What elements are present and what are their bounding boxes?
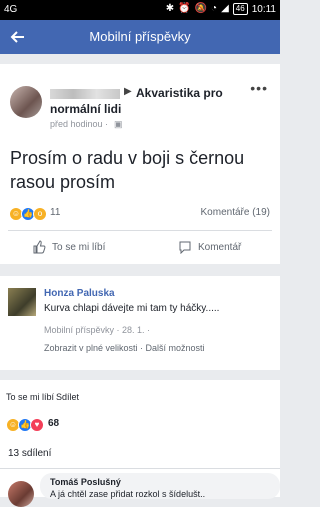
- author-name-blurred[interactable]: [50, 89, 120, 99]
- love-reaction-icon: ♥: [30, 418, 44, 432]
- reaction-count[interactable]: 11: [50, 207, 60, 218]
- like-button[interactable]: To se mi líbí: [32, 240, 105, 254]
- more-options-icon[interactable]: •••: [250, 80, 268, 96]
- commenter-name[interactable]: Honza Paluska: [44, 288, 115, 299]
- comment-meta[interactable]: Mobilní příspěvky · 28. 1. ·: [44, 325, 150, 335]
- comment-text: Kurva chlapi dávejte mi tam ty háčky....…: [44, 303, 220, 314]
- alarm-icon: ⏰: [178, 3, 191, 14]
- thumbs-up-icon: [33, 240, 46, 254]
- reaction-icons[interactable]: ☺ 👍 ο: [9, 207, 47, 221]
- share-link[interactable]: Sdílet: [56, 392, 79, 402]
- commenter-avatar[interactable]: [8, 288, 36, 316]
- app-bar: Mobilní příspěvky: [0, 20, 280, 54]
- reply-bubble: Tomáš Poslušný A já chtěl zase přidat ro…: [40, 473, 280, 499]
- clock: 10:11: [251, 3, 276, 15]
- like-label: To se mi líbí: [52, 241, 106, 253]
- wifi-icon: ◔: [211, 3, 218, 14]
- bluetooth-icon: ✱: [165, 3, 175, 14]
- network-indicator: 4G: [4, 4, 18, 15]
- arrow-right-icon: ▶: [124, 86, 132, 97]
- comment-reaction-icons[interactable]: ☺ 👍 ♥: [6, 418, 44, 432]
- status-bar: 4G ✱ ⏰ 🔕 ◔ ◢ 46 10:11: [0, 0, 280, 20]
- group-privacy-icon: ▣: [114, 119, 123, 129]
- battery-indicator: 46: [232, 3, 248, 15]
- comment-item: Honza Paluska Kurva chlapi dávejte mi ta…: [0, 276, 280, 370]
- group-name[interactable]: Akvaristika pro: [136, 86, 223, 100]
- reply-author[interactable]: Tomáš Poslušný: [50, 477, 121, 487]
- reply-text: A já chtěl zase přidat rozkol s šídelušt…: [50, 489, 206, 499]
- author-avatar[interactable]: [10, 86, 42, 118]
- signal-icon: ◢: [221, 3, 229, 14]
- shares-row: 13 sdílení: [0, 442, 280, 468]
- page-title: Mobilní příspěvky: [89, 29, 191, 44]
- comment-icon: [179, 241, 191, 254]
- comment-button[interactable]: Komentář: [178, 240, 241, 254]
- comment-like-link[interactable]: To se mi líbí: [6, 392, 54, 402]
- comment-reaction-count[interactable]: 68: [48, 418, 59, 429]
- divider: [8, 230, 272, 231]
- wow-reaction-icon: ο: [33, 207, 47, 221]
- reply-comment: Tomáš Poslušný A já chtěl zase přidat ro…: [0, 469, 280, 507]
- shares-count[interactable]: 13 sdílení: [8, 448, 51, 459]
- post-text: Prosím o radu v boji s černou rasou pros…: [10, 148, 245, 192]
- mute-icon: 🔕: [194, 3, 208, 14]
- comment-label: Komentář: [198, 241, 242, 253]
- reply-avatar[interactable]: [8, 481, 34, 507]
- comments-count[interactable]: Komentáře (19): [201, 207, 270, 218]
- comment-links[interactable]: Zobrazit v plné velikosti · Další možnos…: [44, 343, 205, 353]
- post-time[interactable]: před hodinou ·: [50, 119, 108, 129]
- group-name-line2[interactable]: normální lidi: [50, 102, 121, 116]
- post-card: ▶ Akvaristika pro normální lidi před hod…: [0, 64, 280, 264]
